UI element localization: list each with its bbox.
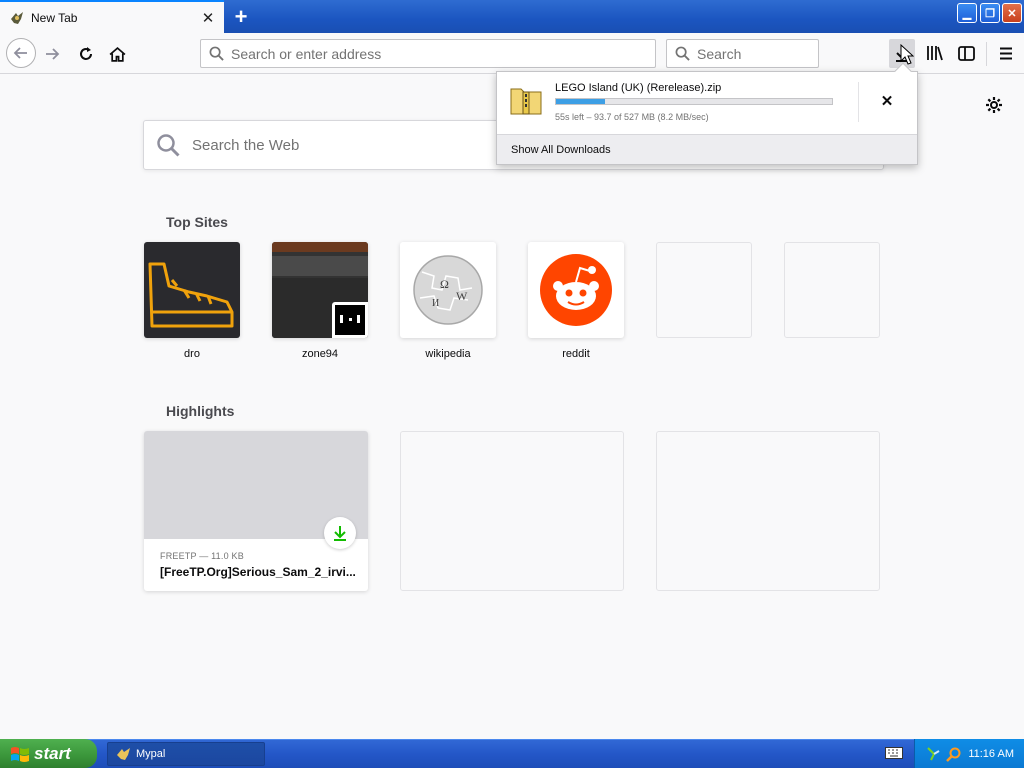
hamburger-menu-icon — [1000, 47, 1012, 59]
new-tab-button[interactable]: + — [228, 4, 254, 30]
top-site-tile[interactable]: zone94 — [272, 242, 368, 360]
start-button[interactable]: start — [0, 739, 97, 768]
home-icon — [109, 46, 125, 62]
search-bar-placeholder: Search — [697, 45, 742, 62]
library-button[interactable] — [922, 40, 948, 66]
minimize-window-button[interactable]: ▁ — [957, 3, 977, 23]
site-label: zone94 — [301, 348, 339, 360]
show-all-downloads-button[interactable]: Show All Downloads — [497, 134, 917, 164]
site-thumbnail — [144, 242, 240, 338]
site-thumbnail — [528, 242, 624, 338]
network-icon[interactable] — [926, 746, 942, 762]
boot-icon — [148, 262, 234, 328]
svg-text:И: И — [432, 298, 439, 309]
top-sites-heading: Top Sites — [166, 214, 228, 230]
reload-icon — [80, 47, 92, 60]
browser-favicon-icon — [9, 10, 25, 26]
reddit-alien-icon — [540, 254, 612, 326]
keyboard-icon[interactable] — [884, 745, 904, 761]
download-badge-icon — [324, 517, 356, 549]
home-button[interactable] — [103, 40, 131, 68]
top-site-empty-tile[interactable] — [784, 242, 880, 338]
download-item[interactable]: LEGO Island (UK) (Rerelease).zip 55s lef… — [497, 72, 917, 134]
card-preview — [144, 431, 368, 549]
site-label: wikipedia — [425, 348, 471, 360]
site-thumbnail-placeholder — [784, 242, 880, 338]
download-status: 55s left – 93.7 of 527 MB (8.2 MB/sec) — [555, 112, 709, 122]
site-logo-icon — [332, 302, 368, 338]
toolbar-separator — [986, 42, 987, 66]
search-tray-icon[interactable] — [946, 746, 962, 762]
site-thumbnail — [272, 242, 368, 338]
customize-newtab-button[interactable] — [983, 94, 1005, 116]
tab-title: New Tab — [31, 11, 78, 25]
start-label: start — [34, 743, 71, 763]
system-tray: 11:16 AM — [914, 739, 1024, 768]
highlight-empty-card — [400, 431, 624, 591]
address-bar-placeholder: Search or enter address — [231, 45, 382, 62]
site-label: dro — [184, 348, 200, 360]
card-title: [FreeTP.Org]Serious_Sam_2_irvi... — [160, 565, 356, 579]
search-icon — [667, 46, 697, 61]
download-progress-fill — [556, 99, 606, 104]
tab-new-tab[interactable]: New Tab ✕ — [0, 0, 224, 34]
forward-button[interactable] — [38, 40, 66, 68]
clock: 11:16 AM — [968, 747, 1014, 760]
site-thumbnail: Ω W И — [400, 242, 496, 338]
cancel-download-button[interactable]: ✕ — [877, 91, 897, 111]
close-window-button[interactable]: ✕ — [1002, 3, 1022, 23]
forward-arrow-icon — [46, 48, 60, 60]
search-icon — [201, 46, 231, 61]
highlights-heading: Highlights — [166, 403, 235, 419]
library-icon — [927, 46, 943, 61]
highlight-card[interactable]: FREETP — 11.0 KB [FreeTP.Org]Serious_Sam… — [144, 431, 368, 591]
search-icon — [144, 133, 192, 157]
sidebar-icon — [957, 45, 975, 61]
web-search-placeholder: Search the Web — [192, 136, 300, 154]
item-separator — [858, 82, 859, 122]
close-tab-icon[interactable]: ✕ — [198, 8, 218, 28]
download-filename: LEGO Island (UK) (Rerelease).zip — [555, 82, 722, 94]
back-button[interactable] — [6, 38, 36, 68]
main-menu-button[interactable] — [993, 40, 1019, 66]
address-bar[interactable]: Search or enter address — [200, 39, 656, 68]
taskbar-item-mypal[interactable]: Mypal — [107, 742, 265, 766]
highlight-empty-card — [656, 431, 880, 591]
site-thumbnail-placeholder — [656, 242, 752, 338]
downloads-panel: LEGO Island (UK) (Rerelease).zip 55s lef… — [496, 62, 918, 165]
search-bar[interactable]: Search — [666, 39, 819, 68]
reload-button[interactable] — [72, 40, 100, 68]
restore-window-button[interactable]: ❐ — [980, 3, 1000, 23]
top-site-tile[interactable]: dro — [144, 242, 240, 360]
wikipedia-globe-icon: Ω W И — [413, 255, 483, 325]
download-progress-bar — [555, 98, 833, 105]
zip-file-icon — [510, 85, 542, 120]
top-site-tile[interactable]: reddit — [528, 242, 624, 360]
gear-icon — [986, 97, 1002, 113]
sidebar-button[interactable] — [953, 40, 979, 66]
svg-text:Ω: Ω — [440, 277, 449, 291]
taskbar-item-label: Mypal — [136, 748, 166, 760]
top-site-tile[interactable]: Ω W И wikipedia — [400, 242, 496, 360]
windows-logo-icon — [11, 746, 29, 762]
svg-text:W: W — [456, 289, 468, 303]
back-arrow-icon — [13, 47, 27, 59]
site-label: reddit — [562, 348, 590, 360]
mypal-app-icon — [117, 748, 130, 760]
top-site-empty-tile[interactable] — [656, 242, 752, 338]
